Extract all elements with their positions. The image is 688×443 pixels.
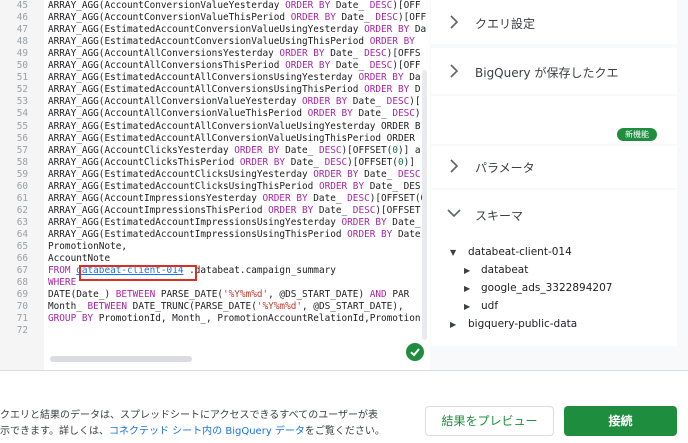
collapsed-triangle-icon[interactable]: ▶ xyxy=(450,320,456,329)
line-number: 61 xyxy=(16,192,28,204)
line-number: 70 xyxy=(16,301,28,313)
code-text: ARRAY_AGG(AccountAllConversionsThisPerio… xyxy=(48,60,421,72)
code-text: AccountNote xyxy=(48,253,111,265)
line-number: 45 xyxy=(16,0,28,11)
notice-line-2: 示できます。詳しくは、コネクテッド シート内の BigQuery データをご覧く… xyxy=(0,424,385,440)
line-number: 53 xyxy=(16,96,28,108)
code-text: DATE(Date_) BETWEEN PARSE_DATE('%Y%m%d',… xyxy=(48,289,410,301)
code-text: ARRAY_AGG(EstimatedAccountConversionValu… xyxy=(48,24,427,36)
code-text: GROUP BY PromotionId, Month_, PromotionA… xyxy=(48,313,421,325)
code-text: ARRAY_AGG(AccountImpressionsThisPeriod O… xyxy=(48,204,421,216)
notice-line-1: クエリと結果のデータは、スプレッドシートにアクセスできるすべてのユーザーが表 xyxy=(0,410,378,421)
query-settings-title: クエリ設定 xyxy=(475,17,536,31)
line-number: 65 xyxy=(16,241,28,252)
line-number: 58 xyxy=(16,156,28,168)
code-text: ARRAY_AGG(AccountImpressionsYesterday OR… xyxy=(48,192,427,204)
code-text: Month_ BETWEEN DATE_TRUNC(PARSE_DATE('%Y… xyxy=(48,301,410,313)
line-number: 47 xyxy=(16,24,28,36)
code-text: ARRAY_AGG(EstimatedAccountAllConversionV… xyxy=(48,120,421,132)
connected-sheets-link[interactable]: コネクテッド シート内の BigQuery データ xyxy=(109,426,305,437)
valid-check-icon xyxy=(406,343,424,361)
tree-item-dataset[interactable]: google_ads_3322894207 xyxy=(481,282,612,294)
code-text: ARRAY_AGG(AccountConversionValueThisPeri… xyxy=(48,12,427,24)
code-text: ARRAY_AGG(EstimatedAccountClicksUsingThi… xyxy=(48,180,421,192)
preview-results-button[interactable]: 結果をプレビュー xyxy=(425,406,554,436)
line-number: 62 xyxy=(16,204,28,216)
tree-item-public-project[interactable]: bigquery-public-data xyxy=(468,318,577,330)
schema-title: スキーマ xyxy=(475,209,524,223)
collapsed-triangle-icon[interactable]: ▶ xyxy=(464,284,470,293)
code-text: ARRAY_AGG(EstimatedAccountClicksUsingYes… xyxy=(48,168,421,180)
vertical-scrollbar[interactable] xyxy=(422,70,427,340)
code-text: PromotionNote, xyxy=(48,241,128,252)
collapsed-triangle-icon[interactable]: ▶ xyxy=(464,266,470,275)
line-number: 51 xyxy=(16,72,28,84)
line-number: 60 xyxy=(16,180,28,192)
code-text: ARRAY_AGG(AccountAllConversionValueThisP… xyxy=(48,108,421,120)
line-number: 66 xyxy=(16,253,28,265)
line-number: 67 xyxy=(16,265,28,277)
line-number: 69 xyxy=(16,289,28,301)
code-text: ARRAY_AGG(AccountClicksYesterday ORDER B… xyxy=(48,144,421,156)
code-text: ARRAY_AGG(EstimatedAccountAllConversions… xyxy=(48,84,421,96)
line-number: 46 xyxy=(16,12,28,24)
parameters-section[interactable]: パラメータ xyxy=(431,146,677,188)
line-number: 57 xyxy=(16,144,28,156)
tree-item-dataset[interactable]: databeat xyxy=(481,264,528,276)
code-text: WHERE xyxy=(48,277,77,289)
line-number: 54 xyxy=(16,108,28,120)
code-text: ARRAY_AGG(EstimatedAccountImpressionsUsi… xyxy=(48,228,421,240)
code-text: ARRAY_AGG(EstimatedAccountAllConversions… xyxy=(48,72,421,84)
code-text: ARRAY_AGG(AccountAllConversionValueYeste… xyxy=(48,96,421,108)
chevron-right-icon xyxy=(450,15,459,29)
line-number: 68 xyxy=(16,277,28,289)
expanded-triangle-icon[interactable]: ▼ xyxy=(450,248,456,257)
line-number: 63 xyxy=(16,216,28,228)
project-highlight-box xyxy=(79,265,197,281)
chevron-right-icon xyxy=(450,159,459,173)
code-text: ARRAY_AGG(AccountClicksThisPeriod ORDER … xyxy=(48,156,421,168)
line-number: 56 xyxy=(16,132,28,144)
tree-item-dataset[interactable]: udf xyxy=(481,300,498,312)
code-text: ARRAY_AGG(EstimatedAccountAllConversionV… xyxy=(48,132,421,144)
query-settings-section[interactable]: クエリ設定 xyxy=(431,0,677,44)
sql-editor[interactable]: 45 ARRAY_AGG(AccountConversionValueYester… xyxy=(0,0,430,370)
code-text: ARRAY_AGG(EstimatedAccountConversionValu… xyxy=(48,36,415,48)
tree-item-project[interactable]: databeat-client-014 xyxy=(468,246,572,258)
line-number: 59 xyxy=(16,168,28,180)
line-number: 55 xyxy=(16,120,28,132)
line-number: 52 xyxy=(16,84,28,96)
line-number: 50 xyxy=(16,60,28,72)
saved-queries-section[interactable]: BigQuery が保存したクエ xyxy=(431,48,677,94)
sharing-notice: クエリと結果のデータは、スプレッドシートにアクセスできるすべてのユーザーが表 示… xyxy=(0,408,385,440)
line-number: 71 xyxy=(16,313,28,325)
chevron-down-icon xyxy=(447,209,461,218)
notice-suffix: をご覧ください。 xyxy=(304,426,385,437)
code-text: ARRAY_AGG(EstimatedAccountImpressionsUsi… xyxy=(48,216,421,228)
code-text: ARRAY_AGG(AccountConversionValueYesterda… xyxy=(48,0,421,11)
line-number: 72 xyxy=(16,325,28,337)
line-number: 49 xyxy=(16,48,28,60)
chevron-right-icon xyxy=(450,64,459,78)
saved-queries-title: BigQuery が保存したクエ xyxy=(475,66,619,80)
new-feature-badge: 新機能 xyxy=(617,128,657,141)
connect-button[interactable]: 接続 xyxy=(564,406,677,436)
line-number: 64 xyxy=(16,228,28,240)
notice-prefix: 示できます。詳しくは、 xyxy=(0,426,109,437)
line-number: 48 xyxy=(16,36,28,48)
parameters-title: パラメータ xyxy=(475,161,535,175)
horizontal-scrollbar[interactable] xyxy=(50,356,192,362)
code-text: ARRAY_AGG(AccountAllConversionsYesterday… xyxy=(48,48,421,60)
collapsed-triangle-icon[interactable]: ▶ xyxy=(464,302,470,311)
